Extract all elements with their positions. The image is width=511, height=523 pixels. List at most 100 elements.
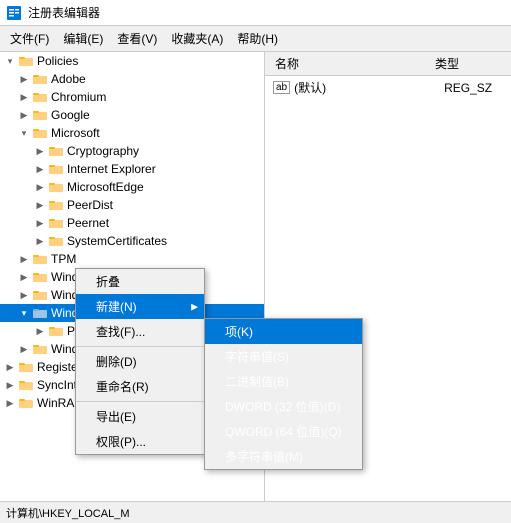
submenu-dword[interactable]: DWORD (32 位值)(D) (205, 394, 362, 419)
tree-label-peerdist: PeerDist (67, 198, 113, 212)
right-content: ab (默认) REG_SZ (265, 76, 511, 99)
folder-icon-peerdist (48, 198, 64, 212)
tree-item-google[interactable]: ▶ Google (0, 106, 264, 124)
reg-name-default: (默认) (294, 79, 444, 96)
expand-google[interactable]: ▶ (16, 107, 32, 123)
tree-label-microsoft: Microsoft (51, 126, 100, 140)
expand-microsoft[interactable]: ▾ (16, 125, 32, 141)
folder-icon-winrar (18, 396, 34, 410)
folder-icon-chromium (32, 90, 48, 104)
ctx-delete[interactable]: 删除(D) (76, 349, 204, 374)
folder-icon-windows-adv (32, 288, 48, 302)
tree-item-tpm[interactable]: ▶ TPM (0, 250, 264, 268)
title-bar: 注册表编辑器 (0, 0, 511, 26)
ctx-divider-1 (76, 346, 204, 347)
tree-label-adobe: Adobe (51, 72, 86, 86)
folder-icon-tpm (32, 252, 48, 266)
expand-winrar[interactable]: ▶ (2, 395, 18, 411)
expand-ie[interactable]: ▶ (32, 161, 48, 177)
folder-icon-windows (32, 270, 48, 284)
menu-edit[interactable]: 编辑(E) (57, 28, 109, 49)
folder-icon-cryptography (48, 144, 64, 158)
expand-policies[interactable]: ▾ (2, 53, 18, 69)
folder-icon-registeredap (18, 360, 34, 374)
ctx-collapse[interactable]: 折叠 (76, 269, 204, 294)
folder-icon-syncintegratic (18, 378, 34, 392)
folder-icon-edge (48, 180, 64, 194)
menu-bar: 文件(F) 编辑(E) 查看(V) 收藏夹(A) 帮助(H) (0, 26, 511, 52)
reg-icon-ab: ab (273, 81, 290, 94)
expand-syscert[interactable]: ▶ (32, 233, 48, 249)
submenu-multi-string[interactable]: 多字符串值(M) (205, 444, 362, 469)
folder-icon-windowo (32, 342, 48, 356)
expand-syncintegratic[interactable]: ▶ (2, 377, 18, 393)
menu-file[interactable]: 文件(F) (4, 28, 55, 49)
folder-icon-adobe (32, 72, 48, 86)
tree-item-adobe[interactable]: ▶ Adobe (0, 70, 264, 88)
submenu-qword[interactable]: QWORD (64 位值)(Q) (205, 419, 362, 444)
ctx-rename[interactable]: 重命名(R) (76, 374, 204, 399)
folder-icon-windows-defender (32, 306, 48, 320)
submenu-new: 项(K) 字符串值(S) 二进制值(B) DWORD (32 位值)(D) QW… (204, 318, 363, 470)
status-text: 计算机\HKEY_LOCAL_M (6, 505, 129, 521)
tree-item-chromium[interactable]: ▶ Chromium (0, 88, 264, 106)
tree-label-edge: MicrosoftEdge (67, 180, 144, 194)
tree-label-ie: Internet Explorer (67, 162, 156, 176)
reg-type-default: REG_SZ (444, 81, 492, 95)
menu-help[interactable]: 帮助(H) (231, 28, 284, 49)
expand-chromium[interactable]: ▶ (16, 89, 32, 105)
folder-icon-policies (18, 54, 34, 68)
tree-item-peerdist[interactable]: ▶ PeerDist (0, 196, 264, 214)
expand-registeredap[interactable]: ▶ (2, 359, 18, 375)
expand-windowo[interactable]: ▶ (16, 341, 32, 357)
expand-windows[interactable]: ▶ (16, 269, 32, 285)
folder-icon-polic (48, 324, 64, 338)
expand-peerdist[interactable]: ▶ (32, 197, 48, 213)
folder-icon-ie (48, 162, 64, 176)
tree-item-internet-explorer[interactable]: ▶ Internet Explorer (0, 160, 264, 178)
col-type: 类型 (429, 54, 507, 73)
tree-item-policies[interactable]: ▾ Policies (0, 52, 264, 70)
expand-adobe[interactable]: ▶ (16, 71, 32, 87)
ctx-permissions[interactable]: 权限(P)... (76, 429, 204, 454)
tree-item-microsoftedge[interactable]: ▶ MicrosoftEdge (0, 178, 264, 196)
reg-entry-default[interactable]: ab (默认) REG_SZ (269, 78, 507, 97)
tree-label-google: Google (51, 108, 90, 122)
tree-item-microsoft[interactable]: ▾ Microsoft (0, 124, 264, 142)
submenu-string[interactable]: 字符串值(S) (205, 344, 362, 369)
folder-icon-microsoft (32, 126, 48, 140)
expand-windows-defender[interactable]: ▾ (16, 305, 32, 321)
ctx-find[interactable]: 查找(F)... (76, 319, 204, 344)
tree-label-chromium: Chromium (51, 90, 106, 104)
expand-windows-adv[interactable]: ▶ (16, 287, 32, 303)
tree-label-syscert: SystemCertificates (67, 234, 167, 248)
ctx-export[interactable]: 导出(E) (76, 404, 204, 429)
title-bar-text: 注册表编辑器 (28, 4, 100, 21)
tree-item-peernet[interactable]: ▶ Peernet (0, 214, 264, 232)
ctx-new[interactable]: 新建(N) 项(K) 字符串值(S) 二进制值(B) DWORD (32 位值)… (76, 294, 204, 319)
tree-label-peernet: Peernet (67, 216, 109, 230)
tree-item-cryptography[interactable]: ▶ Cryptography (0, 142, 264, 160)
right-header: 名称 类型 (265, 52, 511, 76)
submenu-key[interactable]: 项(K) (205, 319, 362, 344)
ctx-divider-2 (76, 401, 204, 402)
col-name: 名称 (269, 54, 429, 73)
tree-label-cryptography: Cryptography (67, 144, 139, 158)
status-bar: 计算机\HKEY_LOCAL_M (0, 501, 511, 523)
submenu-binary[interactable]: 二进制值(B) (205, 369, 362, 394)
tree-label-tpm: TPM (51, 252, 76, 266)
folder-icon-google (32, 108, 48, 122)
expand-cryptography[interactable]: ▶ (32, 143, 48, 159)
expand-polic[interactable]: ▶ (32, 323, 48, 339)
tree-item-systemcertificates[interactable]: ▶ SystemCertificates (0, 232, 264, 250)
folder-icon-peernet (48, 216, 64, 230)
app-icon (6, 5, 22, 21)
menu-view[interactable]: 查看(V) (111, 28, 163, 49)
context-menu: 折叠 新建(N) 项(K) 字符串值(S) 二进制值(B) DWORD (32 … (75, 268, 205, 455)
expand-tpm[interactable]: ▶ (16, 251, 32, 267)
tree-label-policies: Policies (37, 54, 78, 68)
expand-peernet[interactable]: ▶ (32, 215, 48, 231)
menu-favorites[interactable]: 收藏夹(A) (165, 28, 229, 49)
expand-edge[interactable]: ▶ (32, 179, 48, 195)
ctx-new-label: 新建(N) (96, 300, 137, 314)
